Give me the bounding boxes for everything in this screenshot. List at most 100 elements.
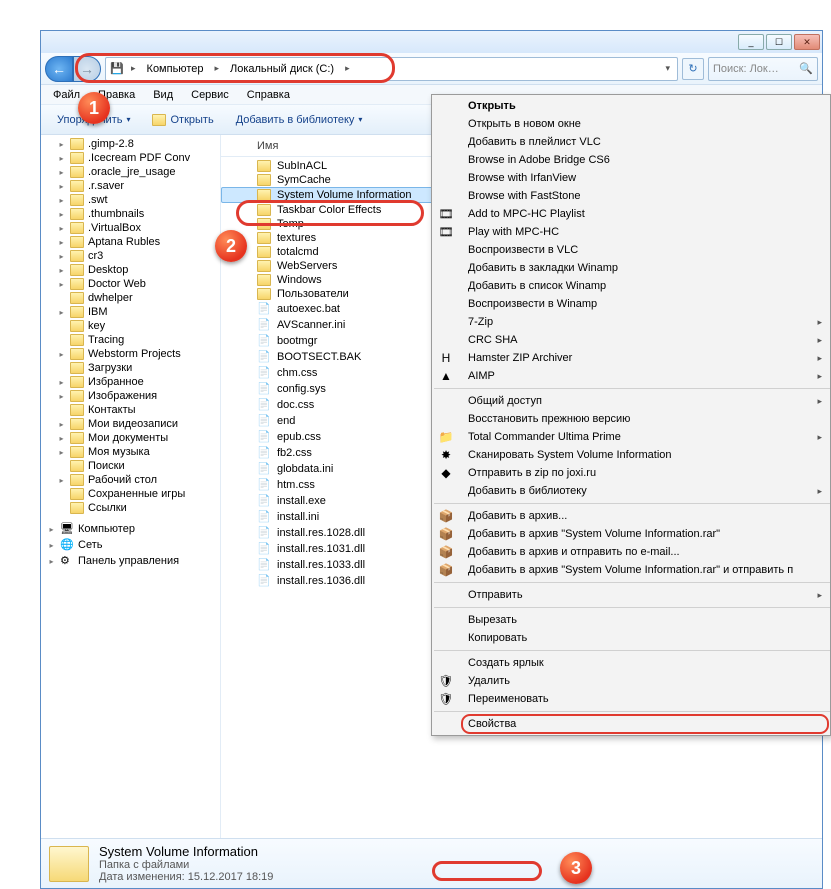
context-menu-item[interactable]: Добавить в закладки Winamp xyxy=(462,259,828,277)
back-button[interactable]: ← xyxy=(45,56,73,82)
expand-icon[interactable]: ▸ xyxy=(57,350,66,359)
tree-item[interactable]: ▸Мои видеозаписи xyxy=(41,417,220,431)
breadcrumb-computer[interactable]: Компьютер xyxy=(143,63,208,75)
context-menu-item[interactable]: Общий доступ xyxy=(462,392,828,410)
context-menu-item[interactable]: Свойства xyxy=(462,715,828,733)
tree-item[interactable]: ▸.VirtualBox xyxy=(41,221,220,235)
expand-icon[interactable]: ▸ xyxy=(57,224,66,233)
expand-icon[interactable]: ▸ xyxy=(57,308,66,317)
menu-сервис[interactable]: Сервис xyxy=(183,87,237,103)
context-menu-item[interactable]: ▲AIMP xyxy=(462,367,828,385)
open-button[interactable]: Открыть xyxy=(144,111,221,129)
tree-item-computer[interactable]: ▸🖥Компьютер xyxy=(41,521,220,537)
tree-item[interactable]: ▸.gimp-2.8 xyxy=(41,137,220,151)
expand-icon[interactable]: ▸ xyxy=(57,420,66,429)
expand-icon[interactable]: ▸ xyxy=(57,266,66,275)
expand-icon[interactable]: ▸ xyxy=(57,392,66,401)
context-menu-item[interactable]: 🛡Переименовать xyxy=(462,690,828,708)
context-menu-item[interactable]: Вырезать xyxy=(462,611,828,629)
expand-icon[interactable]: ▸ xyxy=(57,140,66,149)
tree-item[interactable]: ▸Desktop xyxy=(41,263,220,277)
tree-item[interactable]: ▸Изображения xyxy=(41,389,220,403)
chevron-down-icon[interactable]: ▾ xyxy=(662,63,673,74)
menu-правка[interactable]: Правка xyxy=(90,87,143,103)
expand-icon[interactable]: ▸ xyxy=(57,182,66,191)
tree-item[interactable]: ▸.r.saver xyxy=(41,179,220,193)
maximize-button[interactable]: ☐ xyxy=(766,34,792,50)
context-menu-item[interactable]: Восстановить прежнюю версию xyxy=(462,410,828,428)
tree-item[interactable]: ▸Избранное xyxy=(41,375,220,389)
context-menu-item[interactable]: 📦Добавить в архив "System Volume Informa… xyxy=(462,525,828,543)
context-menu-item[interactable]: Воспроизвести в VLC xyxy=(462,241,828,259)
context-menu-item[interactable]: Browse in Adobe Bridge CS6 xyxy=(462,151,828,169)
context-menu-item[interactable]: 📦Добавить в архив... xyxy=(462,507,828,525)
tree-item-network[interactable]: ▸🌐Сеть xyxy=(41,537,220,553)
tree-item[interactable]: Ссылки xyxy=(41,501,220,515)
tree-item[interactable]: Контакты xyxy=(41,403,220,417)
context-menu-item[interactable]: Добавить в плейлист VLC xyxy=(462,133,828,151)
tree-item[interactable]: ▸Webstorm Projects xyxy=(41,347,220,361)
tree-item[interactable]: ▸cr3 xyxy=(41,249,220,263)
context-menu-item[interactable]: 🎞Add to MPC-HC Playlist xyxy=(462,205,828,223)
tree-item[interactable]: Загрузки xyxy=(41,361,220,375)
expand-icon[interactable]: ▸ xyxy=(57,154,66,163)
forward-button[interactable]: → xyxy=(73,56,101,82)
tree-pane[interactable]: ▸.gimp-2.8▸.Icecream PDF Conv▸.oracle_jr… xyxy=(41,135,221,838)
tree-item[interactable]: ▸Моя музыка xyxy=(41,445,220,459)
context-menu-item[interactable]: 📁Total Commander Ultima Prime xyxy=(462,428,828,446)
expand-icon[interactable]: ▸ xyxy=(57,476,66,485)
expand-icon[interactable]: ▸ xyxy=(57,210,66,219)
context-menu-item[interactable]: Отправить xyxy=(462,586,828,604)
context-menu-item[interactable]: Добавить в библиотеку xyxy=(462,482,828,500)
expand-icon[interactable]: ▸ xyxy=(57,378,66,387)
expand-icon[interactable]: ▸ xyxy=(57,168,66,177)
context-menu-item[interactable]: HHamster ZIP Archiver xyxy=(462,349,828,367)
context-menu-item[interactable]: ◆Отправить в zip по joxi.ru xyxy=(462,464,828,482)
menu-файл[interactable]: Файл xyxy=(45,87,88,103)
context-menu[interactable]: ОткрытьОткрыть в новом окнеДобавить в пл… xyxy=(431,94,831,736)
menu-справка[interactable]: Справка xyxy=(239,87,298,103)
tree-item[interactable]: ▸Aptana Rubles xyxy=(41,235,220,249)
close-button[interactable]: ✕ xyxy=(794,34,820,50)
expand-icon[interactable]: ▸ xyxy=(47,541,56,550)
context-menu-item[interactable]: 📦Добавить в архив "System Volume Informa… xyxy=(462,561,828,579)
breadcrumb-drive-c[interactable]: Локальный диск (C:) xyxy=(226,63,338,75)
address-bar[interactable]: 💾 ▸ Компьютер ▸ Локальный диск (C:) ▸ ▾ xyxy=(105,57,678,81)
tree-item[interactable]: Поиски xyxy=(41,459,220,473)
tree-item[interactable]: Сохраненные игры xyxy=(41,487,220,501)
tree-item[interactable]: ▸Рабочий стол xyxy=(41,473,220,487)
context-menu-item[interactable]: Воспроизвести в Winamp xyxy=(462,295,828,313)
menu-вид[interactable]: Вид xyxy=(145,87,181,103)
context-menu-item[interactable]: 🎞Play with MPC-HC xyxy=(462,223,828,241)
tree-item[interactable]: ▸.thumbnails xyxy=(41,207,220,221)
tree-item[interactable]: ▸.swt xyxy=(41,193,220,207)
expand-icon[interactable]: ▸ xyxy=(57,280,66,289)
include-library-button[interactable]: Добавить в библиотеку xyxy=(228,111,371,129)
context-menu-item[interactable]: Создать ярлык xyxy=(462,654,828,672)
tree-item[interactable]: ▸Doctor Web xyxy=(41,277,220,291)
tree-item[interactable]: Tracing xyxy=(41,333,220,347)
tree-item[interactable]: ▸IBM xyxy=(41,305,220,319)
expand-icon[interactable]: ▸ xyxy=(57,196,66,205)
tree-item[interactable]: ▸.Icecream PDF Conv xyxy=(41,151,220,165)
expand-icon[interactable]: ▸ xyxy=(47,557,56,566)
search-input[interactable]: Поиск: Лок… 🔍 xyxy=(708,57,818,81)
context-menu-item[interactable]: 🛡Удалить xyxy=(462,672,828,690)
context-menu-item[interactable]: ✸Сканировать System Volume Information xyxy=(462,446,828,464)
tree-item[interactable]: key xyxy=(41,319,220,333)
expand-icon[interactable]: ▸ xyxy=(57,434,66,443)
expand-icon[interactable]: ▸ xyxy=(57,448,66,457)
expand-icon[interactable]: ▸ xyxy=(57,238,66,247)
context-menu-item[interactable]: Открыть xyxy=(462,97,828,115)
tree-item-control[interactable]: ▸⚙Панель управления xyxy=(41,553,220,569)
organize-button[interactable]: Упорядочить xyxy=(49,111,138,129)
tree-item[interactable]: ▸.oracle_jre_usage xyxy=(41,165,220,179)
context-menu-item[interactable]: 7-Zip xyxy=(462,313,828,331)
context-menu-item[interactable]: Browse with FastStone xyxy=(462,187,828,205)
refresh-button[interactable]: ↻ xyxy=(682,58,704,80)
context-menu-item[interactable]: Открыть в новом окне xyxy=(462,115,828,133)
context-menu-item[interactable]: 📦Добавить в архив и отправить по e-mail.… xyxy=(462,543,828,561)
expand-icon[interactable]: ▸ xyxy=(57,252,66,261)
minimize-button[interactable]: _ xyxy=(738,34,764,50)
context-menu-item[interactable]: Browse with IrfanView xyxy=(462,169,828,187)
